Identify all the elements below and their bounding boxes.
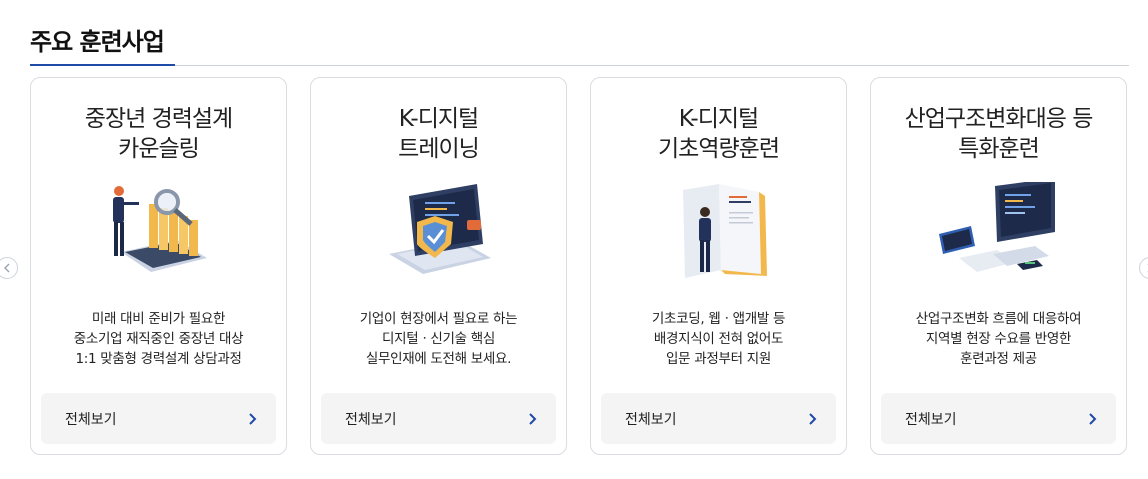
card-title: K-디지털 기초역량훈련 — [591, 104, 846, 164]
card-title-line: K-디지털 — [678, 106, 759, 132]
program-card-counseling[interactable]: 중장년 경력설계 카운슬링 미래 대비 준비가 필요한 중소기업 재직중인 중장… — [30, 77, 287, 455]
program-card-k-digital-basic[interactable]: K-디지털 기초역량훈련 기초코딩, 웹ㆍ앱개발 등 배경지식이 전혀 없어도 … — [590, 77, 847, 455]
chevron-left-icon — [4, 263, 10, 273]
card-desc-line: 실무인재에 도전해 보세요. — [365, 351, 512, 367]
manual-book-illustration — [683, 184, 767, 278]
section-header: 주요 훈련사업 — [30, 26, 1129, 66]
card-desc-line: 훈련과정 제공 — [960, 351, 1037, 367]
devices-illustration — [939, 182, 1055, 272]
card-desc-line: 미래 대비 준비가 필요한 — [91, 311, 226, 327]
card-title-line: 기초역량훈련 — [658, 136, 780, 162]
view-all-button[interactable]: 전체보기 — [881, 393, 1116, 444]
card-desc-line: 기업이 현장에서 필요로 하는 — [359, 311, 518, 327]
title-underline — [30, 64, 175, 66]
card-title-line: 중장년 경력설계 — [84, 106, 233, 132]
chevron-right-icon — [249, 412, 257, 425]
view-all-label: 전체보기 — [65, 411, 117, 428]
card-title-line: 특화훈련 — [958, 136, 1040, 162]
card-description: 산업구조변화 흐름에 대응하여 지역별 현장 수요를 반영한 훈련과정 제공 — [871, 309, 1126, 369]
program-card-industry-specialized[interactable]: 산업구조변화대응 등 특화훈련 산업구조변화 흐름에 대응하여 지역별 현장 수… — [870, 77, 1127, 455]
view-all-button[interactable]: 전체보기 — [41, 393, 276, 444]
counseling-illustration — [113, 186, 207, 272]
card-description: 미래 대비 준비가 필요한 중소기업 재직중인 중장년 대상 1:1 맞춤형 경… — [31, 309, 286, 369]
prev-slide-button[interactable] — [0, 257, 18, 279]
card-title-line: 산업구조변화대응 등 — [904, 106, 1094, 132]
program-card-k-digital-training[interactable]: K-디지털 트레이닝 기업이 현장에서 필요로 하는 디지털ㆍ신기술 핵심 실무… — [310, 77, 567, 455]
view-all-label: 전체보기 — [345, 411, 397, 428]
card-desc-line: 기초코딩, 웹ㆍ앱개발 등 — [651, 311, 786, 327]
section-title: 주요 훈련사업 — [30, 28, 165, 56]
chevron-right-icon — [1089, 412, 1097, 425]
card-desc-line: 디지털ㆍ신기술 핵심 — [381, 331, 496, 347]
card-description: 기업이 현장에서 필요로 하는 디지털ㆍ신기술 핵심 실무인재에 도전해 보세요… — [311, 309, 566, 369]
card-desc-line: 1:1 맞춤형 경력설계 상담과정 — [75, 351, 242, 367]
view-all-button[interactable]: 전체보기 — [321, 393, 556, 444]
card-desc-line: 지역별 현장 수요를 반영한 — [925, 331, 1072, 347]
card-desc-line: 중소기업 재직중인 중장년 대상 — [73, 331, 244, 347]
view-all-label: 전체보기 — [905, 411, 957, 428]
card-title: K-디지털 트레이닝 — [311, 104, 566, 164]
chevron-right-icon — [529, 412, 537, 425]
view-all-button[interactable]: 전체보기 — [601, 393, 836, 444]
next-slide-button[interactable] — [1139, 257, 1148, 279]
card-title: 중장년 경력설계 카운슬링 — [31, 104, 286, 164]
card-desc-line: 산업구조변화 흐름에 대응하여 — [915, 311, 1082, 327]
card-title-line: K-디지털 — [398, 106, 479, 132]
card-title: 산업구조변화대응 등 특화훈련 — [871, 104, 1126, 164]
chevron-right-icon — [809, 412, 817, 425]
laptop-shield-illustration — [389, 184, 491, 274]
card-title-line: 카운슬링 — [118, 136, 200, 162]
view-all-label: 전체보기 — [625, 411, 677, 428]
card-desc-line: 입문 과정부터 지원 — [666, 351, 771, 367]
card-desc-line: 배경지식이 전혀 없어도 — [653, 331, 784, 347]
card-title-line: 트레이닝 — [398, 136, 480, 162]
card-description: 기초코딩, 웹ㆍ앱개발 등 배경지식이 전혀 없어도 입문 과정부터 지원 — [591, 309, 846, 369]
